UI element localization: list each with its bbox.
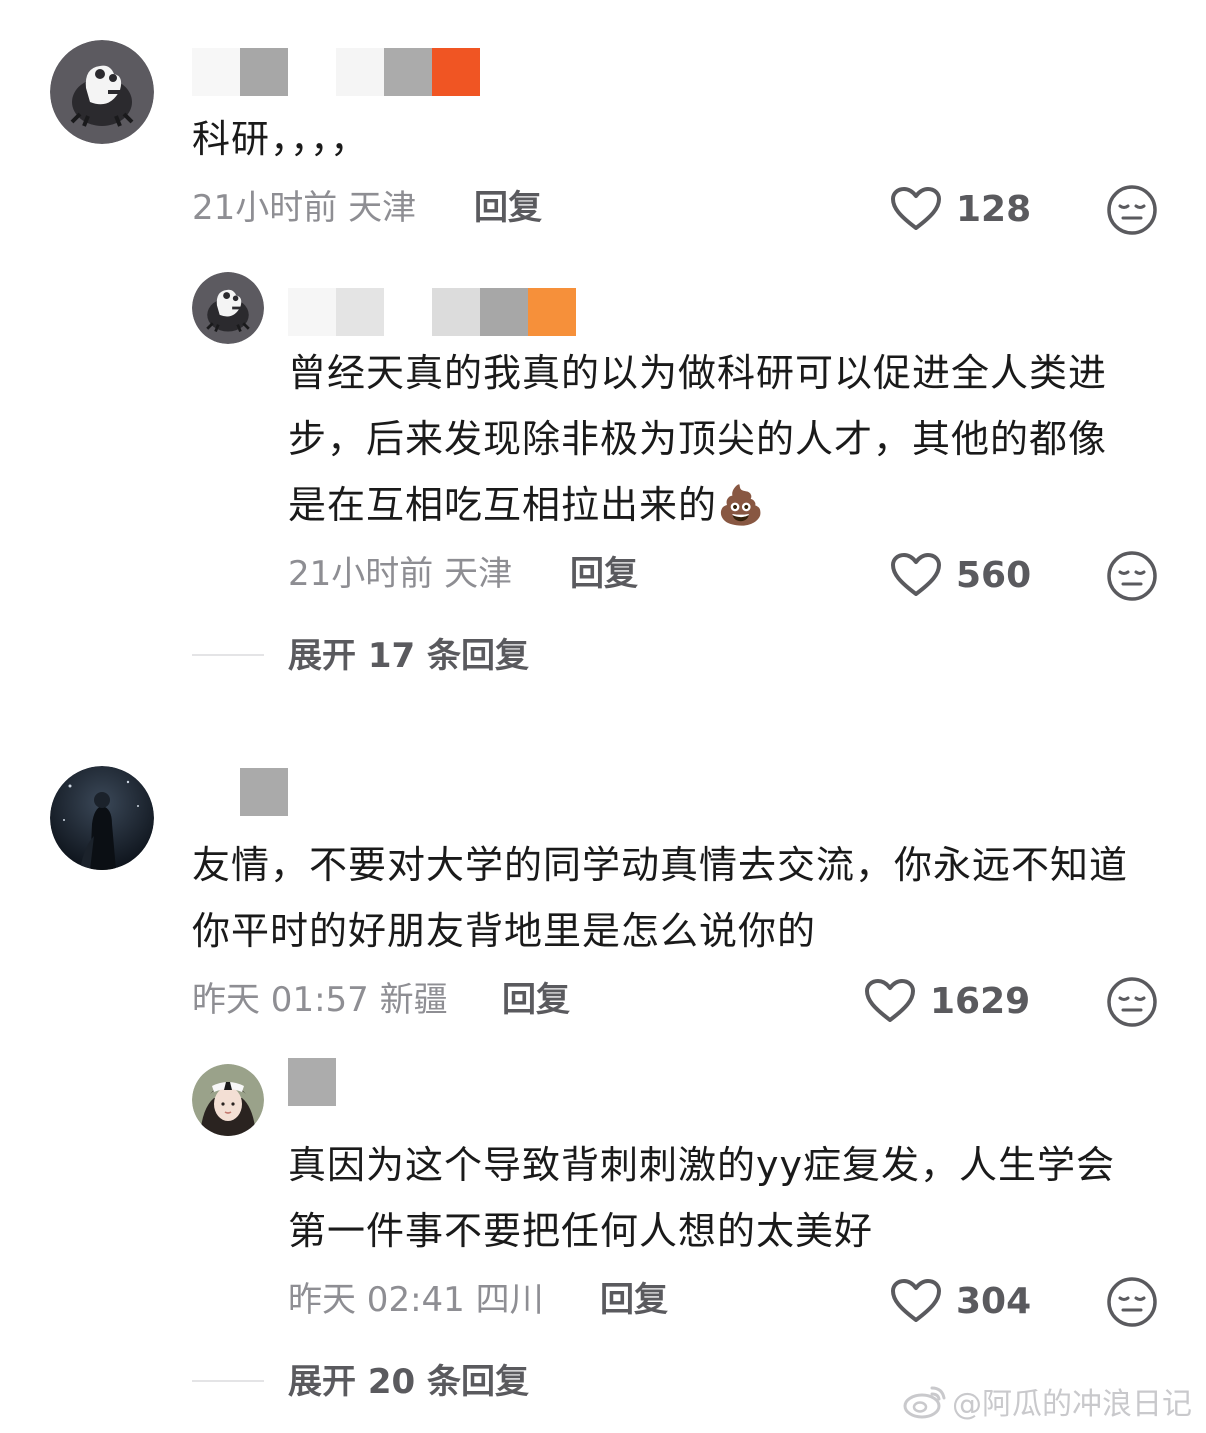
reply-time: 21小时前 天津 — [288, 554, 512, 594]
dislike-button[interactable] — [1106, 976, 1158, 1032]
reply-button[interactable]: 回复 — [600, 1280, 668, 1320]
like-button[interactable]: 128 — [890, 186, 1031, 232]
frog-avatar-icon — [192, 272, 264, 344]
reply-button[interactable]: 回复 — [570, 554, 638, 594]
dislike-button[interactable] — [1106, 1276, 1158, 1332]
location-text: 天津 — [348, 188, 417, 228]
username-redacted[interactable] — [288, 1058, 336, 1106]
comment-text: 科研，，，， — [192, 117, 370, 161]
comment-time: 21小时前 天津 — [192, 188, 416, 228]
like-count: 560 — [956, 554, 1032, 596]
comment-time: 昨天 01:57 新疆 — [192, 980, 448, 1020]
watermark-text: @阿瓜的冲浪日记 — [952, 1387, 1192, 1422]
neutral-face-icon — [1107, 1277, 1157, 1327]
watermark: @阿瓜的冲浪日记 — [902, 1379, 1192, 1423]
avatar[interactable] — [192, 272, 264, 344]
divider — [192, 1380, 264, 1382]
like-count: 304 — [956, 1280, 1032, 1322]
dislike-button[interactable] — [1106, 184, 1158, 240]
reply-button[interactable]: 回复 — [502, 980, 570, 1020]
username-redacted[interactable] — [288, 288, 576, 336]
like-button[interactable]: 1629 — [864, 978, 1030, 1024]
username-redacted[interactable] — [192, 768, 288, 816]
time-text: 昨天 02:41 — [288, 1280, 465, 1320]
neutral-face-icon — [1107, 185, 1157, 235]
time-text: 21小时前 — [288, 554, 434, 594]
time-text: 昨天 01:57 — [192, 980, 369, 1020]
girl-avatar-icon — [192, 1064, 264, 1136]
neutral-face-icon — [1107, 551, 1157, 601]
reply-button[interactable]: 回复 — [474, 188, 542, 228]
location-text: 四川 — [475, 1280, 544, 1320]
username-redacted[interactable] — [192, 48, 480, 96]
location-text: 新疆 — [379, 980, 448, 1020]
avatar[interactable] — [50, 40, 154, 144]
like-count: 1629 — [930, 980, 1031, 1022]
neutral-face-icon — [1107, 977, 1157, 1027]
reply-text: 曾经天真的我真的以为做科研可以促进全人类进步，后来发现除非极为顶尖的人才，其他的… — [288, 351, 1108, 527]
like-count: 128 — [956, 188, 1032, 230]
heart-outline-icon — [891, 187, 941, 230]
dislike-button[interactable] — [1106, 550, 1158, 606]
reply-text: 真因为这个导致背刺刺激的yy症复发，人生学会第一件事不要把任何人想的太美好 — [288, 1143, 1115, 1253]
heart-outline-icon — [891, 1279, 941, 1322]
reply-time: 昨天 02:41 四川 — [288, 1280, 544, 1320]
frog-avatar-icon — [50, 40, 154, 144]
night-figure-avatar-icon — [50, 766, 154, 870]
avatar[interactable] — [50, 766, 154, 870]
like-button[interactable]: 560 — [890, 552, 1031, 598]
time-text: 21小时前 — [192, 188, 338, 228]
comment-text: 友情，不要对大学的同学动真情去交流，你永远不知道你平时的好朋友背地里是怎么说你的 — [192, 843, 1129, 953]
like-button[interactable]: 304 — [890, 1278, 1031, 1324]
expand-replies-button[interactable]: 展开 17 条回复 — [288, 636, 529, 676]
weibo-logo-icon — [903, 1386, 946, 1419]
heart-outline-icon — [891, 553, 941, 596]
avatar[interactable] — [192, 1064, 264, 1136]
location-text: 天津 — [444, 554, 513, 594]
expand-replies-button[interactable]: 展开 20 条回复 — [288, 1362, 529, 1402]
divider — [192, 654, 264, 656]
heart-outline-icon — [865, 979, 915, 1022]
